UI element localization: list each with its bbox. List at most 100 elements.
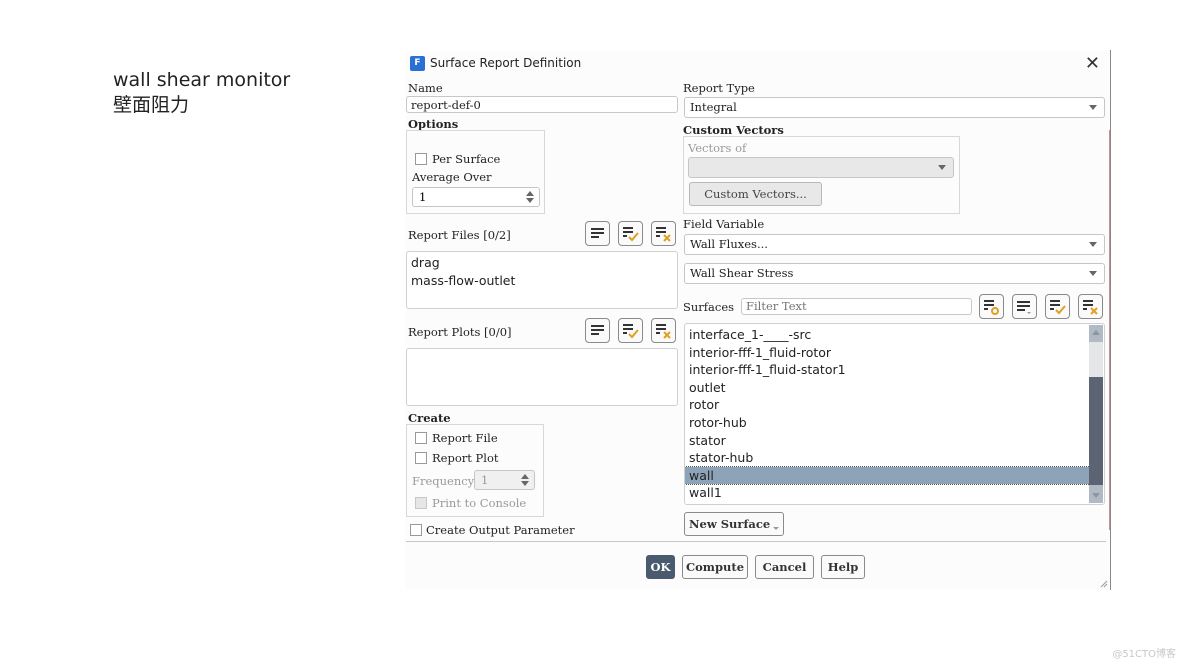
surfaces-scrollbar[interactable] — [1089, 325, 1103, 503]
watermark: @51CTO博客 — [1112, 649, 1176, 660]
select-all-report-plots-button[interactable] — [585, 318, 610, 343]
surface-item-outlet[interactable]: outlet — [685, 379, 1104, 397]
field-variable-label: Field Variable — [683, 217, 765, 231]
surfaces-filter-input[interactable] — [741, 298, 972, 315]
create-output-parameter-checkbox[interactable] — [410, 524, 422, 536]
slide-title-cn: 壁面阻力 — [113, 94, 190, 116]
report-files-list[interactable]: drag mass-flow-outlet — [406, 251, 678, 309]
footer-divider — [406, 541, 1106, 542]
create-label: Create — [408, 411, 451, 425]
create-output-parameter-label: Create Output Parameter — [426, 523, 575, 537]
ok-button[interactable]: OK — [646, 555, 675, 579]
window-edge-line — [1109, 130, 1110, 530]
deselect-all-surfaces-button[interactable] — [1078, 294, 1103, 319]
check-report-files-button[interactable] — [618, 221, 643, 246]
list-clear-icon — [656, 227, 671, 242]
new-surface-label: New Surface — [689, 517, 771, 531]
surface-item-interior-fluid-stator1[interactable]: interior-fff-1_fluid-stator1 — [685, 361, 1104, 379]
name-label: Name — [408, 81, 443, 95]
chevron-down-icon — [938, 165, 946, 170]
compute-button[interactable]: Compute — [682, 555, 748, 579]
surface-item-stator-hub[interactable]: stator-hub — [685, 449, 1104, 467]
report-type-value: Integral — [690, 100, 737, 114]
help-button[interactable]: Help — [821, 555, 865, 579]
report-plot-checkbox[interactable] — [415, 452, 427, 464]
vectors-of-label: Vectors of — [688, 141, 747, 155]
report-plots-label: Report Plots [0/0] — [408, 325, 512, 339]
title-bar: F Surface Report Definition ✕ — [410, 54, 1110, 76]
per-surface-label: Per Surface — [432, 152, 501, 166]
vectors-of-dropdown[interactable] — [688, 157, 954, 178]
resize-grip-icon[interactable] — [1100, 580, 1108, 588]
frequency-spinner[interactable]: 1 — [474, 470, 535, 490]
spin-up-icon[interactable] — [526, 191, 534, 196]
average-over-value: 1 — [419, 190, 427, 204]
surface-item-wall1[interactable]: wall1 — [685, 484, 1104, 502]
surface-item-wall[interactable]: wall — [685, 465, 1091, 486]
surface-groups-button[interactable] — [979, 294, 1004, 319]
list-clear-icon — [1083, 300, 1098, 315]
frequency-label: Frequency — [412, 474, 475, 488]
custom-vectors-group: Vectors of Custom Vectors... — [683, 136, 960, 214]
chevron-down-icon — [1089, 271, 1097, 276]
report-plot-label: Report Plot — [432, 451, 499, 465]
chevron-down-icon — [773, 527, 779, 530]
spin-up-icon[interactable] — [521, 474, 529, 479]
options-label: Options — [408, 117, 459, 131]
spin-down-icon[interactable] — [521, 481, 529, 486]
list-dropdown-icon — [1017, 301, 1031, 314]
dialog-title: Surface Report Definition — [430, 56, 582, 70]
list-item[interactable]: mass-flow-outlet — [407, 272, 677, 290]
slide-title-en: wall shear monitor — [113, 69, 291, 91]
field-variable-value: Wall Shear Stress — [690, 266, 794, 280]
scroll-up-button[interactable] — [1089, 325, 1103, 342]
field-variable-category-value: Wall Fluxes... — [690, 237, 768, 251]
surface-item-interior-fluid-rotor[interactable]: interior-fff-1_fluid-rotor — [685, 344, 1104, 362]
options-group: Per Surface Average Over 1 — [406, 130, 545, 214]
chevron-down-icon — [1089, 242, 1097, 247]
per-surface-checkbox[interactable] — [415, 153, 427, 165]
create-group: Report File Report Plot Frequency 1 Prin… — [406, 424, 544, 517]
field-variable-category-dropdown[interactable]: Wall Fluxes... — [684, 234, 1105, 255]
clear-report-plots-button[interactable] — [651, 318, 676, 343]
report-type-dropdown[interactable]: Integral — [684, 97, 1105, 118]
slide-title: wall shear monitor 壁面阻力 — [113, 68, 290, 118]
report-plots-list[interactable] — [406, 348, 678, 406]
list-item[interactable]: drag — [407, 252, 677, 272]
list-group-icon — [984, 300, 999, 315]
check-report-plots-button[interactable] — [618, 318, 643, 343]
scroll-up-icon — [1092, 330, 1100, 335]
average-over-spinner[interactable]: 1 — [412, 187, 540, 207]
cancel-button[interactable]: Cancel — [755, 555, 814, 579]
average-over-label: Average Over — [412, 170, 492, 184]
scroll-down-button[interactable] — [1089, 485, 1103, 503]
name-input[interactable]: report-def-0 — [406, 96, 678, 113]
spin-down-icon[interactable] — [526, 198, 534, 203]
surfaces-list[interactable]: interface_1-____-src interior-fff-1_flui… — [684, 323, 1105, 505]
select-all-surfaces-button[interactable] — [1045, 294, 1070, 319]
list-check-icon — [623, 227, 639, 242]
select-all-report-files-button[interactable] — [585, 221, 610, 246]
list-icon — [591, 325, 604, 335]
close-icon[interactable]: ✕ — [1085, 54, 1100, 74]
new-surface-button[interactable]: New Surface — [684, 512, 784, 536]
print-to-console-checkbox[interactable] — [415, 497, 427, 509]
list-check-icon — [623, 324, 639, 339]
surface-item-interface-1-src[interactable]: interface_1-____-src — [685, 326, 1104, 344]
chevron-down-icon — [1089, 105, 1097, 110]
clear-report-files-button[interactable] — [651, 221, 676, 246]
print-to-console-label: Print to Console — [432, 496, 527, 510]
field-variable-dropdown[interactable]: Wall Shear Stress — [684, 263, 1105, 284]
custom-vectors-button[interactable]: Custom Vectors... — [689, 182, 822, 206]
list-icon — [591, 228, 604, 238]
scroll-thumb[interactable] — [1089, 377, 1103, 485]
report-file-label: Report File — [432, 431, 498, 445]
surface-item-rotor[interactable]: rotor — [685, 396, 1104, 414]
surface-item-rotor-hub[interactable]: rotor-hub — [685, 414, 1104, 432]
surfaces-label: Surfaces — [683, 300, 735, 314]
report-file-checkbox[interactable] — [415, 432, 427, 444]
surface-list-options-button[interactable] — [1012, 294, 1037, 319]
surface-item-stator[interactable]: stator — [685, 432, 1104, 450]
fluent-app-icon: F — [410, 56, 425, 71]
report-type-label: Report Type — [683, 81, 755, 95]
